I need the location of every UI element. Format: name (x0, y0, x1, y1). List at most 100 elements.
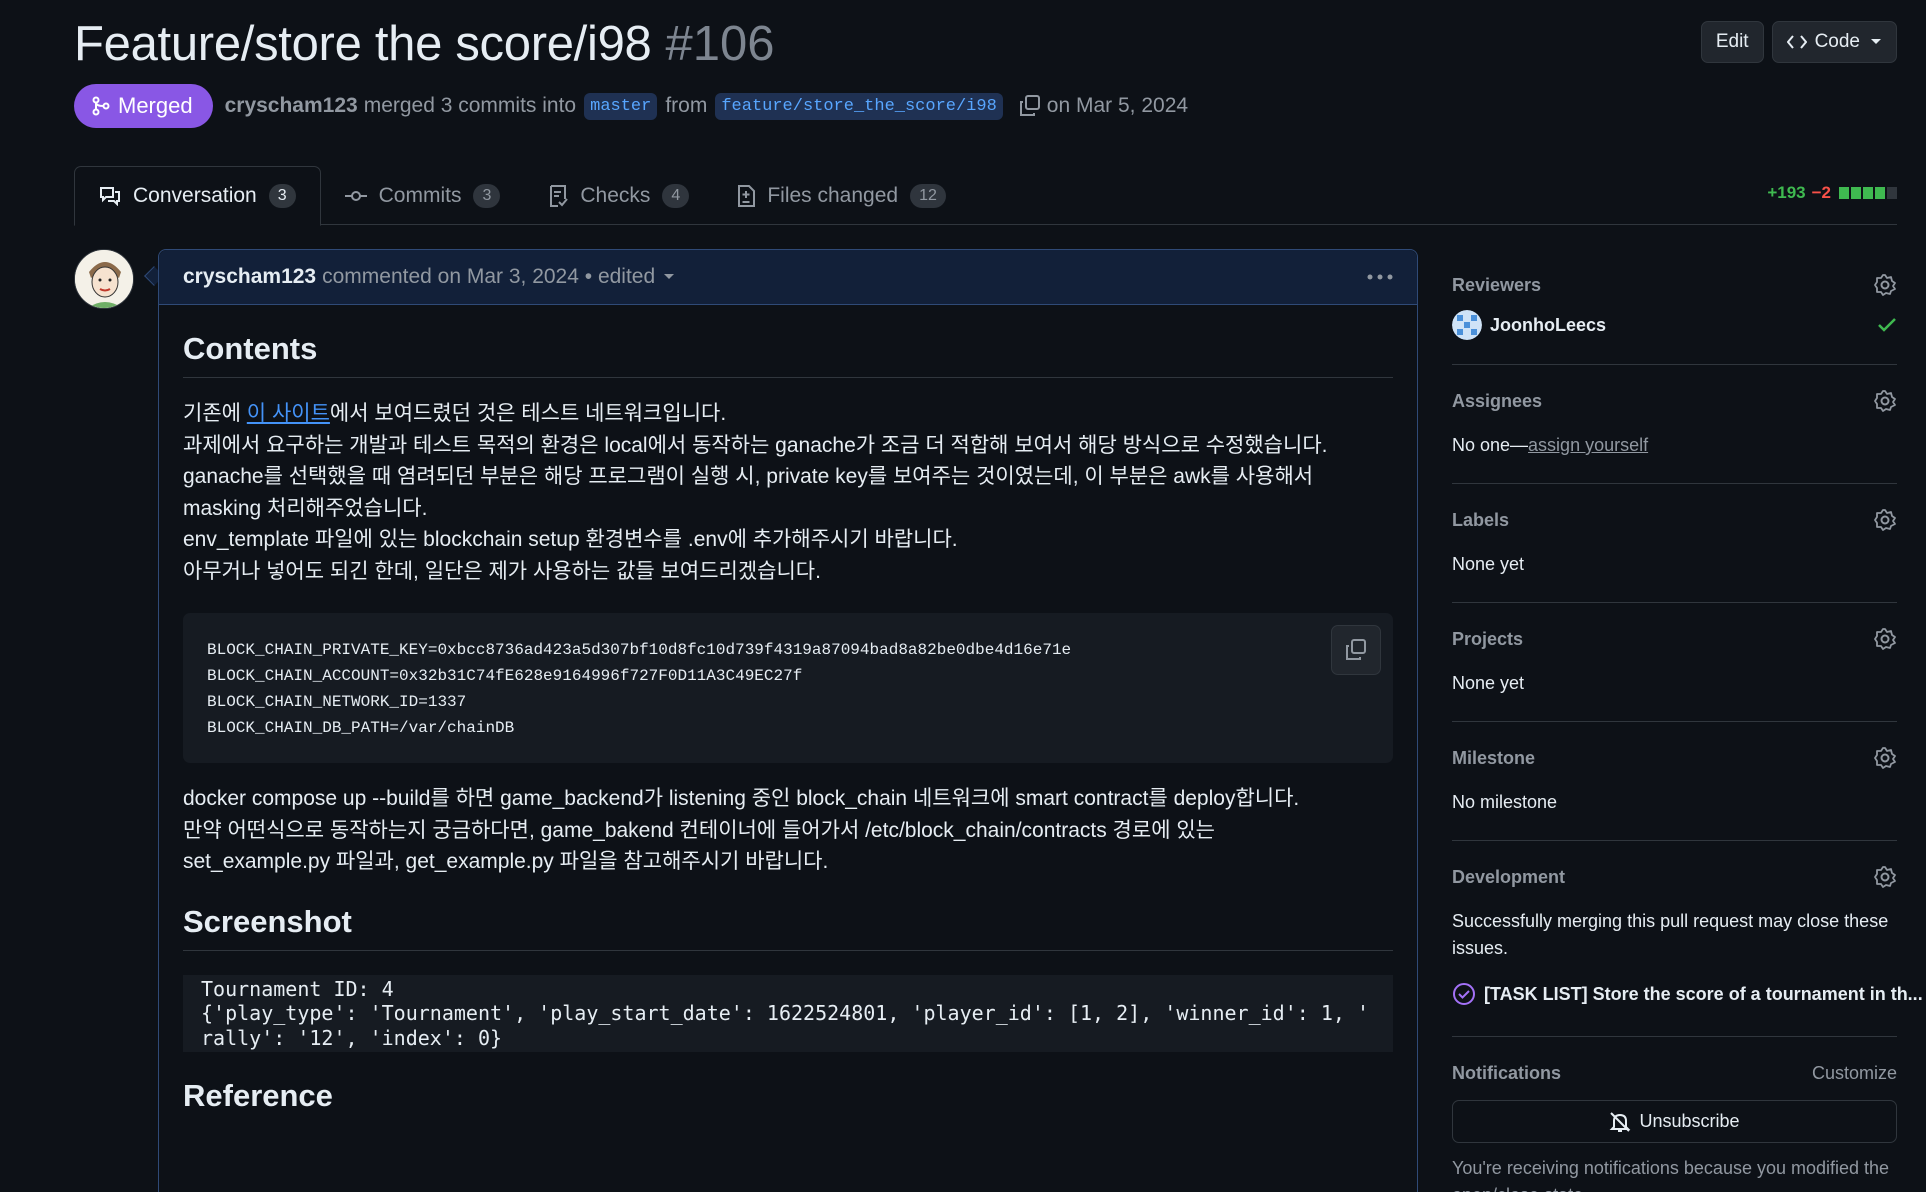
development-text: Successfully merging this pull request m… (1452, 911, 1889, 958)
notifications-note: You're receiving notifications because y… (1452, 1158, 1890, 1192)
code-icon (1786, 35, 1807, 49)
pr-number: #106 (665, 17, 775, 71)
comment-body: Contents 기존에 이 사이트에서 보여드렸던 것은 테스트 네트워크입니… (159, 331, 1417, 1124)
copy-icon[interactable] (1019, 95, 1041, 117)
head-branch[interactable]: feature/store_the_score/i98 (715, 92, 1003, 120)
reviewers-section: Reviewers JoonhoLeecs (1452, 249, 1897, 365)
tab-counter: 12 (910, 183, 946, 208)
diffstat-blocks (1839, 187, 1897, 199)
merge-text: merged 3 commits into (363, 94, 577, 117)
tab-label: Commits (378, 183, 462, 207)
diff-block-neutral (1887, 187, 1897, 199)
code-button[interactable]: Code (1771, 21, 1897, 63)
screenshot-line: Tournament ID: 4 (201, 976, 394, 1001)
base-branch[interactable]: master (584, 92, 658, 120)
heading-screenshot: Screenshot (183, 904, 1393, 951)
chevron-down-icon (1871, 39, 1881, 44)
code-block: BLOCK_CHAIN_PRIVATE_KEY=0xbcc8736ad423a5… (183, 613, 1393, 763)
screenshot-line: rally': '12', 'index': 0} (201, 1025, 503, 1050)
diff-block-add (1863, 187, 1873, 199)
tab-label: Conversation (133, 184, 257, 207)
projects-title: Projects (1452, 629, 1524, 649)
notifications-header: Notifications Customize (1452, 1063, 1897, 1084)
file-diff-icon (738, 184, 756, 207)
comment-meta[interactable]: commented on Mar 3, 2024 • edited (322, 265, 655, 289)
docker-paragraph: docker compose up --build를 하면 game_backe… (183, 783, 1393, 878)
tab-commits[interactable]: Commits 3 (321, 166, 525, 225)
comment-header: cryscham123 commented on Mar 3, 2024 • e… (159, 250, 1417, 305)
milestone-section: Milestone No milestone (1452, 722, 1897, 841)
copy-code-button[interactable] (1331, 625, 1381, 675)
chevron-down-icon[interactable] (663, 273, 675, 281)
text: docker compose up --build를 하면 game_backe… (183, 787, 1300, 810)
gear-icon[interactable] (1873, 273, 1897, 297)
status-label: Merged (118, 93, 193, 118)
screenshot-image: Tournament ID: 4 {'play_type': 'Tournamen… (183, 974, 1393, 1052)
header-actions: Edit Code (1700, 21, 1897, 63)
projects-value: None yet (1452, 673, 1525, 693)
comments-icon (100, 187, 120, 206)
commit-icon (344, 190, 367, 201)
text: 기존에 (183, 402, 247, 425)
diff-block-add (1875, 187, 1885, 199)
assignees-none: No one— (1452, 435, 1529, 455)
milestone-title: Milestone (1452, 748, 1536, 768)
unsubscribe-button[interactable]: Unsubscribe (1452, 1100, 1897, 1143)
text: ganache를 선택했을 때 염려되던 부분은 해당 프로그램이 실행 시, … (183, 465, 1314, 520)
pr-title: Feature/store the score/i98 (74, 17, 652, 71)
text: 과제에서 요구하는 개발과 테스트 목적의 환경은 local에서 동작하는 g… (183, 433, 1328, 457)
gear-icon[interactable] (1873, 508, 1897, 532)
tab-counter: 3 (268, 184, 296, 208)
edit-label: Edit (1715, 31, 1749, 52)
gear-icon[interactable] (1873, 865, 1897, 889)
tab-checks[interactable]: Checks 4 (524, 166, 713, 225)
status-badge: Merged (74, 84, 213, 128)
comment-card: cryscham123 commented on Mar 3, 2024 • e… (158, 249, 1418, 1192)
code-line: BLOCK_CHAIN_PRIVATE_KEY=0xbcc8736ad423a5… (207, 641, 1072, 659)
code-line: BLOCK_CHAIN_ACCOUNT=0x32b31C74fE628e9164… (207, 667, 803, 685)
contents-paragraph: 기존에 이 사이트에서 보여드렸던 것은 테스트 네트워크입니다. 과제에서 요… (183, 398, 1393, 587)
heading-contents: Contents (183, 331, 1393, 378)
development-title: Development (1452, 867, 1566, 887)
linked-issue[interactable]: [TASK LIST] Store the score of a tournam… (1452, 982, 1923, 1006)
edit-button[interactable]: Edit (1700, 21, 1764, 63)
diff-block-add (1851, 187, 1861, 199)
site-link[interactable]: 이 사이트 (247, 402, 330, 425)
deletions-count: −2 (1811, 183, 1831, 202)
from-text: from (665, 94, 708, 117)
labels-title: Labels (1452, 510, 1510, 530)
assignees-title: Assignees (1452, 391, 1543, 411)
tab-label: Files changed (767, 183, 899, 207)
code-label: Code (1814, 31, 1860, 52)
gear-icon[interactable] (1873, 627, 1897, 651)
reviewer-item[interactable]: JoonhoLeecs (1452, 310, 1897, 340)
copy-icon (1346, 639, 1366, 660)
author-link[interactable]: cryscham123 (225, 94, 358, 118)
merge-icon (92, 96, 110, 116)
tab-conversation[interactable]: Conversation 3 (74, 166, 321, 226)
additions-count: +193 (1767, 183, 1806, 202)
assignees-value: No one—assign yourself (1452, 432, 1897, 459)
sidebar: Reviewers JoonhoLeecs Assignees No one—a… (1452, 249, 1923, 1192)
reviewers-title: Reviewers (1452, 275, 1542, 295)
tab-files-changed[interactable]: Files changed 12 (713, 166, 970, 225)
comment-author[interactable]: cryscham123 (183, 265, 316, 289)
gear-icon[interactable] (1873, 746, 1897, 770)
gear-icon[interactable] (1873, 389, 1897, 413)
tab-counter: 3 (473, 183, 501, 208)
customize-link[interactable]: Customize (1812, 1063, 1897, 1084)
pr-meta-row: Merged cryscham123 merged 3 commits into… (74, 84, 1188, 128)
merge-date: on Mar 5, 2024 (1046, 94, 1189, 117)
checklist-icon (550, 184, 569, 207)
assign-yourself-link[interactable]: assign yourself (1528, 435, 1648, 455)
more-options-icon[interactable] (1367, 273, 1393, 281)
reviewer-avatar (1452, 310, 1482, 340)
avatar[interactable] (74, 249, 134, 309)
tab-label: Checks (580, 183, 651, 207)
text: 아무거나 넣어도 되긴 한데, 일단은 제가 사용하는 값들 보여드리겠습니다. (183, 559, 821, 583)
heading-reference: Reference (183, 1078, 333, 1113)
text: 에서 보여드렸던 것은 테스트 네트워크입니다. (329, 402, 727, 425)
tab-counter: 4 (662, 183, 690, 208)
avatar-image (75, 250, 133, 308)
text: set_example.py 파일과, get_example.py 파일을 참… (183, 850, 829, 873)
